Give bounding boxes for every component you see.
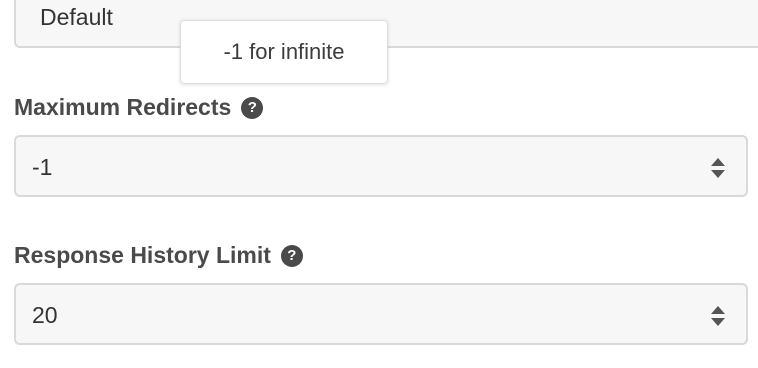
max-redirects-value: -1 [32,154,53,180]
question-circle-icon[interactable]: ? [241,96,264,119]
response-history-stepper[interactable] [706,303,730,329]
stepper-up-icon[interactable] [711,306,725,314]
settings-panel: Default Maximum Redirects ? -1 Response … [0,0,758,368]
help-tooltip: -1 for infinite [180,20,388,84]
max-redirects-stepper[interactable] [706,155,730,181]
stepper-up-icon[interactable] [711,158,725,166]
response-history-input[interactable]: 20 [14,283,748,345]
default-select-value: Default [40,4,113,30]
stepper-down-icon[interactable] [711,170,725,178]
max-redirects-label-text: Maximum Redirects [14,94,232,120]
question-circle-icon[interactable]: ? [280,244,303,267]
response-history-label-text: Response History Limit [14,242,271,268]
response-history-value: 20 [32,302,58,328]
stepper-down-icon[interactable] [711,318,725,326]
max-redirects-label: Maximum Redirects ? [14,94,264,121]
max-redirects-input[interactable]: -1 [14,135,748,197]
help-tooltip-text: -1 for infinite [223,39,345,64]
response-history-label: Response History Limit ? [14,242,303,269]
